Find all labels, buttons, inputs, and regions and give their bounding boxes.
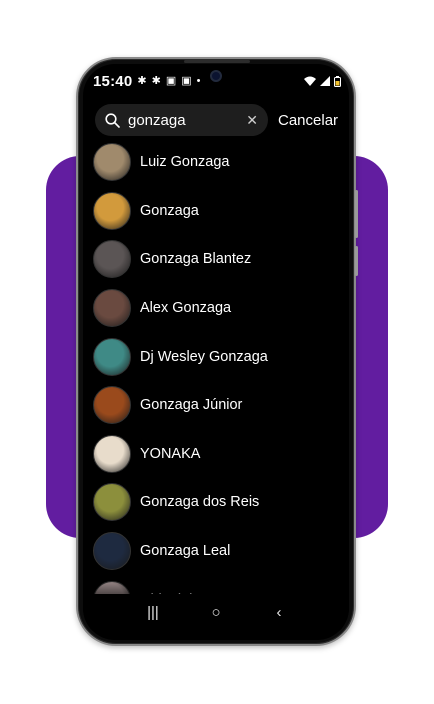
back-button[interactable]: ‹ (248, 604, 311, 621)
result-row[interactable]: Luiz Gonzaga (93, 138, 343, 187)
artist-name: Gonzaga Júnior (140, 397, 243, 414)
artist-avatar (93, 191, 131, 230)
more-dots-icon: • (196, 74, 201, 87)
artist-name: Luiz Gonzaga (140, 154, 230, 171)
result-row[interactable]: Dj Wesley Gonzaga (93, 332, 343, 381)
artist-name: YONAKA (140, 445, 201, 462)
status-time: 15:40 (93, 72, 133, 90)
artist-avatar (93, 240, 131, 279)
artist-avatar (93, 386, 131, 425)
search-input[interactable]: gonzaga (128, 112, 246, 129)
battery-icon (334, 75, 341, 87)
navigation-bar: ||| ○ ‹ (83, 594, 349, 630)
artist-name: Gonzaga Blantez (140, 251, 252, 268)
result-row[interactable]: Gonzaga Blantez (93, 235, 343, 284)
artist-name: Alex Gonzaga (140, 300, 232, 317)
result-row[interactable]: Gonzaga dos Reis (93, 478, 343, 527)
artist-avatar (93, 337, 131, 376)
artist-name: Gonzaga dos Reis (140, 494, 260, 511)
cancel-button[interactable]: Cancelar (278, 112, 338, 129)
gear-icon: ✱ (137, 74, 147, 87)
earpiece-speaker (184, 60, 250, 63)
artist-name: Dj Wesley Gonzaga (140, 348, 268, 365)
artist-name: Gonzaga (140, 202, 199, 219)
artist-name: Gonzaga Leal (140, 543, 231, 560)
wifi-icon (304, 76, 316, 86)
signal-icon (320, 76, 330, 86)
result-row[interactable]: Gonzaga (93, 187, 343, 236)
artist-avatar (93, 143, 131, 182)
notification-icon: ▣ (165, 74, 177, 87)
result-row[interactable]: Alex Gonzaga (93, 284, 343, 333)
result-row[interactable]: YONAKA (93, 430, 343, 479)
recents-button[interactable]: ||| (122, 604, 185, 621)
artist-avatar (93, 483, 131, 522)
home-button[interactable]: ○ (185, 604, 248, 621)
clear-search-icon[interactable]: ✕ (246, 112, 258, 129)
notification-icon: ▣ (181, 74, 192, 87)
artist-avatar (93, 289, 131, 328)
power-button (355, 190, 358, 238)
result-row[interactable]: Gonzaga Leal (93, 527, 343, 576)
search-icon (105, 112, 120, 128)
artist-avatar (93, 532, 131, 571)
result-row[interactable]: Gonzaga Júnior (93, 381, 343, 430)
front-camera (210, 70, 222, 82)
phone-screen: 15:40 ✱ ✱ ▣ ▣ • gonzaga ✕ Cancelar Luiz … (83, 64, 349, 640)
gear-icon: ✱ (151, 74, 161, 87)
artist-avatar (93, 434, 131, 473)
search-bar[interactable]: gonzaga ✕ (95, 104, 268, 136)
search-results-list: Luiz Gonzaga Gonzaga Gonzaga Blantez Alex G… (93, 138, 343, 624)
volume-button (355, 246, 358, 276)
